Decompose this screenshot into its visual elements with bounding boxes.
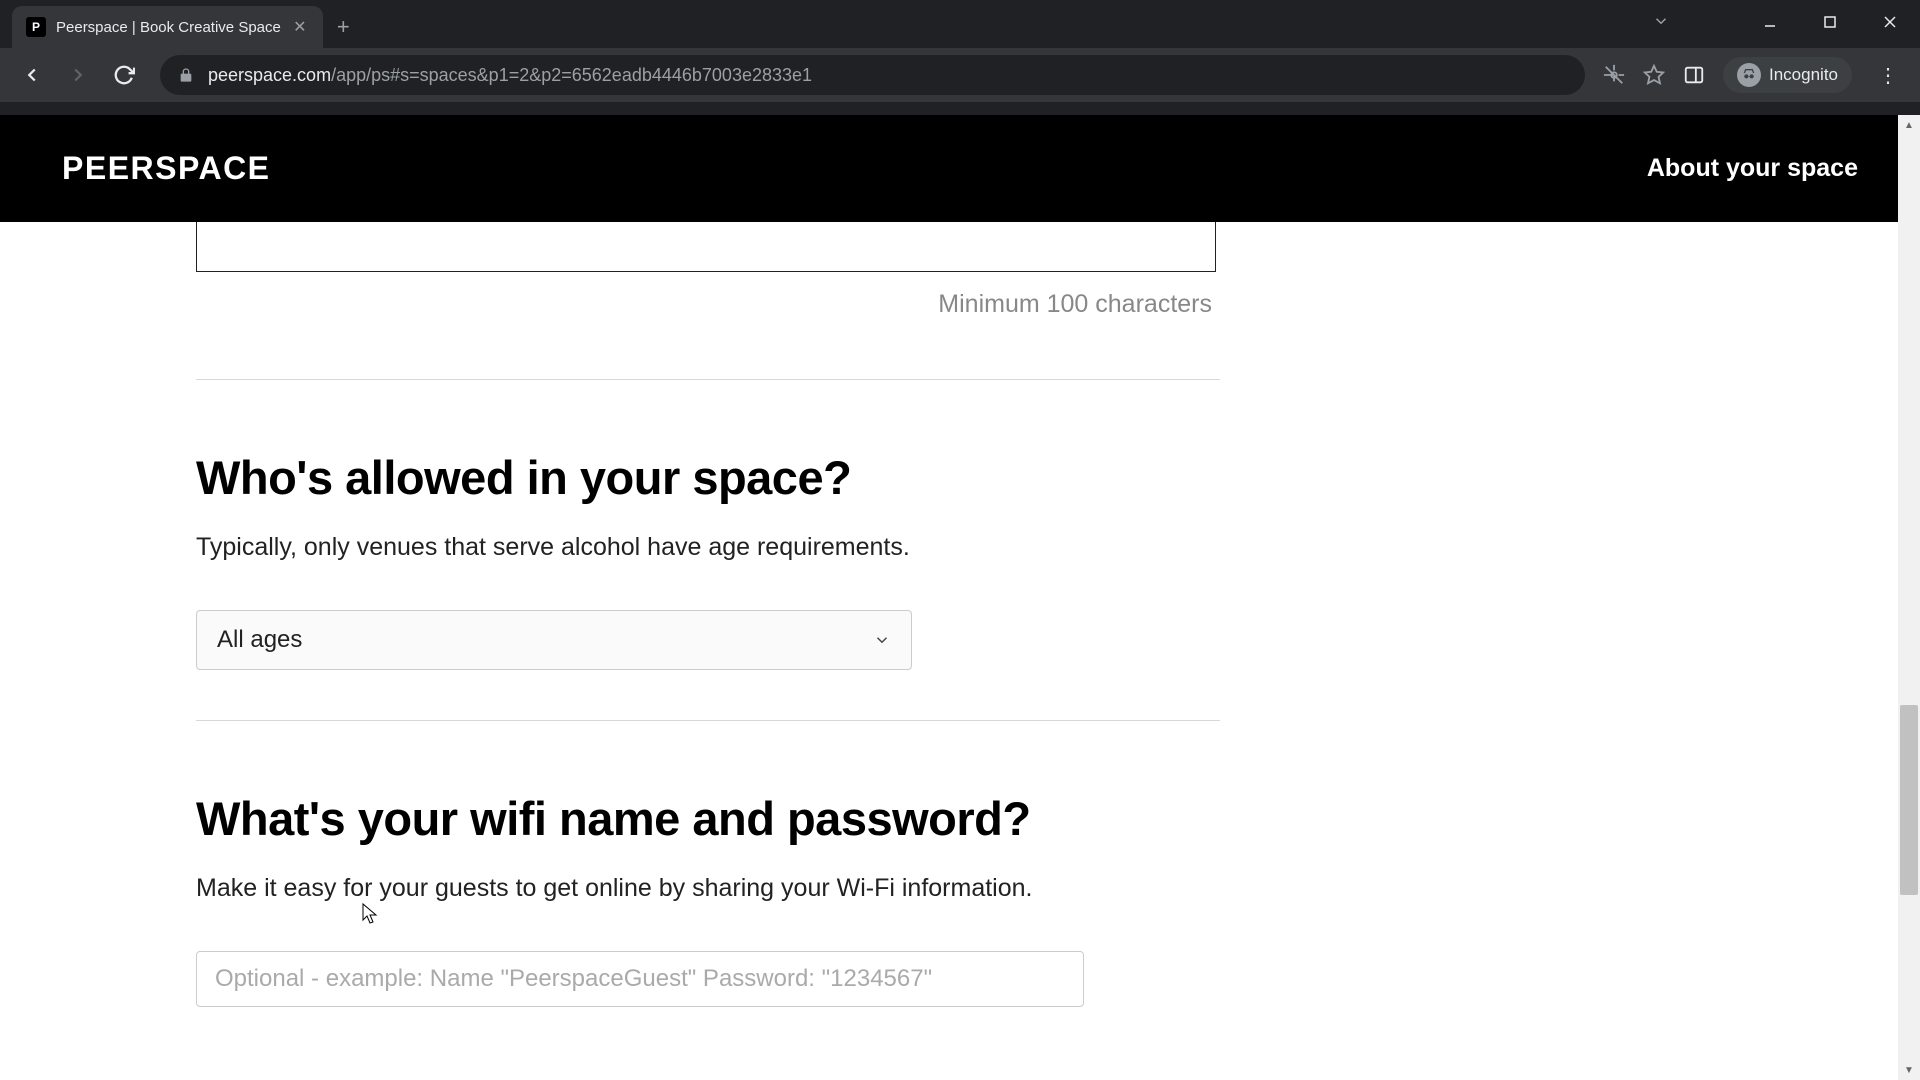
chevron-down-icon	[873, 631, 891, 649]
min-chars-helper: Minimum 100 characters	[196, 290, 1212, 319]
window-maximize-icon[interactable]	[1800, 0, 1860, 44]
age-section-sub: Typically, only venues that serve alcoho…	[196, 533, 1204, 562]
incognito-badge[interactable]: Incognito	[1723, 57, 1852, 93]
age-select[interactable]: All ages	[196, 610, 912, 670]
form-content: Minimum 100 characters Who's allowed in …	[0, 222, 1400, 1007]
tracking-icon[interactable]	[1603, 64, 1625, 86]
browser-toolbar: peerspace.com/app/ps#s=spaces&p1=2&p2=65…	[0, 48, 1920, 102]
incognito-icon	[1737, 63, 1761, 87]
tab-bar: P Peerspace | Book Creative Space ✕ +	[0, 0, 1920, 48]
lock-icon	[178, 67, 194, 83]
tab-title: Peerspace | Book Creative Space	[56, 19, 281, 36]
browser-tab[interactable]: P Peerspace | Book Creative Space ✕	[12, 6, 323, 48]
logo[interactable]: PEERSPACE	[62, 150, 271, 187]
tab-search-icon[interactable]	[1652, 12, 1670, 30]
incognito-label: Incognito	[1769, 65, 1838, 85]
wifi-section-sub: Make it easy for your guests to get onli…	[196, 874, 1204, 903]
browser-chrome: P Peerspace | Book Creative Space ✕ +	[0, 0, 1920, 115]
scroll-down-icon[interactable]: ▼	[1898, 1060, 1920, 1080]
forward-button[interactable]	[60, 57, 96, 93]
toolbar-right: Incognito ⋮	[1603, 57, 1906, 93]
scrollbar-thumb[interactable]	[1900, 705, 1918, 895]
section-divider	[196, 720, 1220, 721]
new-tab-button[interactable]: +	[337, 14, 350, 40]
back-button[interactable]	[14, 57, 50, 93]
page-header: PEERSPACE About your space	[0, 115, 1920, 222]
scroll-up-icon[interactable]: ▲	[1898, 115, 1920, 135]
bookmark-icon[interactable]	[1643, 64, 1665, 86]
window-controls	[1740, 0, 1920, 44]
page-scrollbar[interactable]: ▲ ▼	[1898, 115, 1920, 1080]
content-wrapper: Minimum 100 characters Who's allowed in …	[0, 222, 1920, 1080]
wifi-section-heading: What's your wifi name and password?	[196, 791, 1204, 846]
side-panel-icon[interactable]	[1683, 64, 1705, 86]
window-close-icon[interactable]	[1860, 0, 1920, 44]
url-text: peerspace.com/app/ps#s=spaces&p1=2&p2=65…	[208, 65, 812, 86]
wifi-input[interactable]	[196, 951, 1084, 1007]
section-divider	[196, 379, 1220, 380]
reload-button[interactable]	[106, 57, 142, 93]
address-bar[interactable]: peerspace.com/app/ps#s=spaces&p1=2&p2=65…	[160, 55, 1585, 95]
tab-close-icon[interactable]: ✕	[291, 17, 309, 37]
age-section-heading: Who's allowed in your space?	[196, 450, 1204, 505]
window-minimize-icon[interactable]	[1740, 0, 1800, 44]
tab-favicon: P	[26, 17, 46, 37]
age-select-value: All ages	[217, 626, 302, 654]
description-textarea[interactable]	[196, 222, 1216, 272]
header-step-title: About your space	[1647, 154, 1858, 183]
browser-menu-icon[interactable]: ⋮	[1870, 63, 1906, 88]
